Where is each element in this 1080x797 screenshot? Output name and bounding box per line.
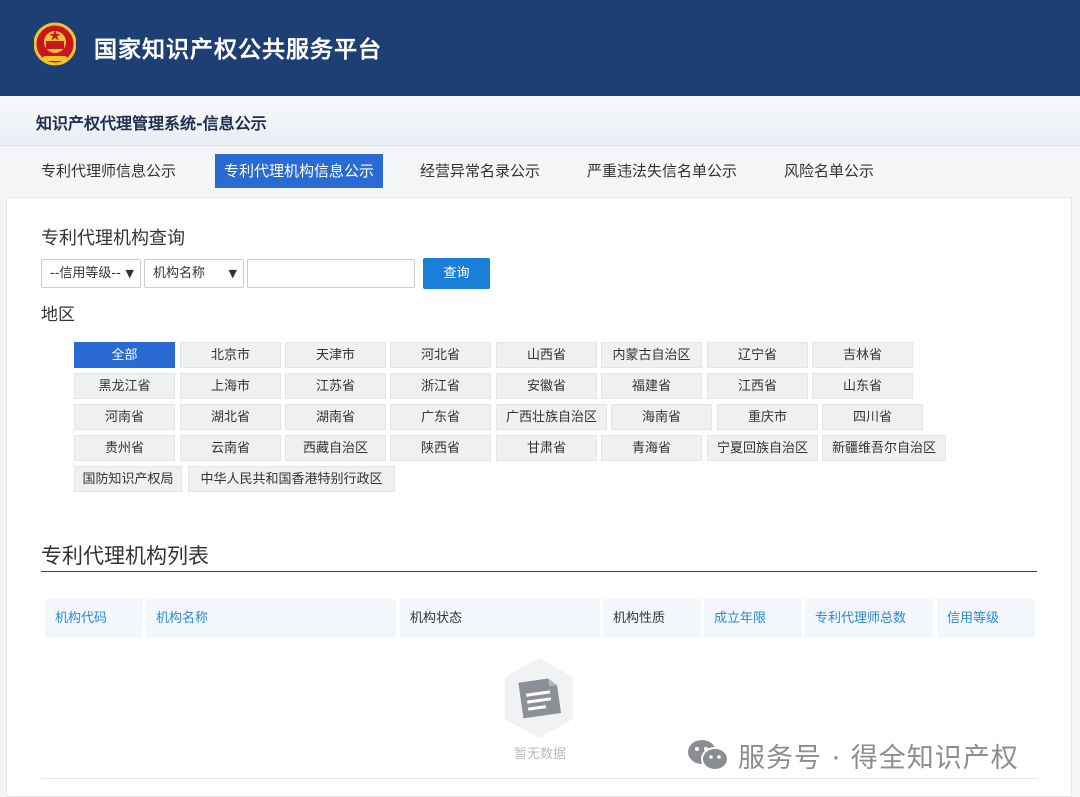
region-all[interactable]: 全部 [74,342,175,368]
main-panel: 专利代理机构查询 --信用等级-- ▼ 机构名称 ▼ 查询 地区 全部 北京市 … [6,197,1072,797]
empty-data-icon [505,658,573,738]
region-guizhou[interactable]: 贵州省 [74,435,175,461]
region-chongqing[interactable]: 重庆市 [717,404,818,430]
search-button[interactable]: 查询 [423,258,490,289]
region-hong-kong[interactable]: 中华人民共和国香港特别行政区 [188,466,395,492]
search-type-select[interactable]: 机构名称 ▼ [144,259,244,288]
region-inner-mongolia[interactable]: 内蒙古自治区 [601,342,702,368]
national-emblem-icon [34,22,76,66]
credit-level-select[interactable]: --信用等级-- ▼ [41,259,141,288]
region-zhejiang[interactable]: 浙江省 [390,373,491,399]
region-defense-ip-office[interactable]: 国防知识产权局 [74,466,182,492]
region-hunan[interactable]: 湖南省 [285,404,386,430]
watermark: 服务号 · 得全知识产权 [686,735,1019,775]
region-label: 地区 [41,305,75,325]
column-agency-name[interactable]: 机构名称 [146,599,396,638]
region-ningxia[interactable]: 宁夏回族自治区 [707,435,818,461]
region-guangxi[interactable]: 广西壮族自治区 [496,404,607,430]
region-jilin[interactable]: 吉林省 [812,342,913,368]
region-beijing[interactable]: 北京市 [180,342,281,368]
region-anhui[interactable]: 安徽省 [496,373,597,399]
list-title-divider [41,571,1037,572]
region-yunnan[interactable]: 云南省 [180,435,281,461]
region-liaoning[interactable]: 辽宁省 [707,342,808,368]
list-section-title: 专利代理机构列表 [41,544,209,568]
search-section-title: 专利代理机构查询 [41,228,185,249]
site-title: 国家知识产权公共服务平台 [94,37,382,63]
watermark-text: 服务号 · 得全知识产权 [738,742,1019,774]
chevron-down-icon: ▼ [125,267,134,280]
region-hebei[interactable]: 河北省 [390,342,491,368]
region-tianjin[interactable]: 天津市 [285,342,386,368]
region-sichuan[interactable]: 四川省 [822,404,923,430]
search-type-select-value: 机构名称 [153,266,206,281]
search-input[interactable] [247,259,415,288]
column-agency-nature: 机构性质 [603,599,701,638]
region-hainan[interactable]: 海南省 [611,404,712,430]
region-shanxi[interactable]: 山西省 [496,342,597,368]
column-agent-total[interactable]: 专利代理师总数 [805,599,933,638]
credit-level-select-value: --信用等级-- [50,266,121,281]
region-jiangxi[interactable]: 江西省 [707,373,808,399]
column-years-established[interactable]: 成立年限 [704,599,802,638]
region-qinghai[interactable]: 青海省 [601,435,702,461]
region-gansu[interactable]: 甘肃省 [496,435,597,461]
region-guangdong[interactable]: 广东省 [390,404,491,430]
region-henan[interactable]: 河南省 [74,404,175,430]
column-agency-status: 机构状态 [400,599,600,638]
top-header: 国家知识产权公共服务平台 [0,0,1080,96]
wechat-icon [688,740,729,771]
tab-patent-agent-info[interactable]: 专利代理师信息公示 [32,154,185,188]
nav-tabs: 专利代理师信息公示 专利代理机构信息公示 经营异常名录公示 严重违法失信名单公示… [0,146,1080,198]
region-heilongjiang[interactable]: 黑龙江省 [74,373,175,399]
region-hubei[interactable]: 湖北省 [180,404,281,430]
region-shaanxi[interactable]: 陕西省 [390,435,491,461]
tab-agency-info[interactable]: 专利代理机构信息公示 [215,154,384,188]
table-bottom-divider [41,778,1037,779]
region-jiangsu[interactable]: 江苏省 [285,373,386,399]
region-fujian[interactable]: 福建省 [601,373,702,399]
region-shanghai[interactable]: 上海市 [180,373,281,399]
column-credit-level[interactable]: 信用等级 [937,599,1035,638]
region-shandong[interactable]: 山东省 [812,373,913,399]
tab-abnormal-list[interactable]: 经营异常名录公示 [411,154,549,188]
tab-dishonest-list[interactable]: 严重违法失信名单公示 [578,154,746,188]
column-agency-code[interactable]: 机构代码 [45,599,143,638]
tab-risk-list[interactable]: 风险名单公示 [775,154,883,188]
system-subheader: 知识产权代理管理系统-信息公示 [0,96,1080,146]
chevron-down-icon: ▼ [228,267,237,280]
system-title: 知识产权代理管理系统-信息公示 [36,114,267,133]
region-xinjiang[interactable]: 新疆维吾尔自治区 [822,435,946,461]
region-tibet[interactable]: 西藏自治区 [285,435,386,461]
